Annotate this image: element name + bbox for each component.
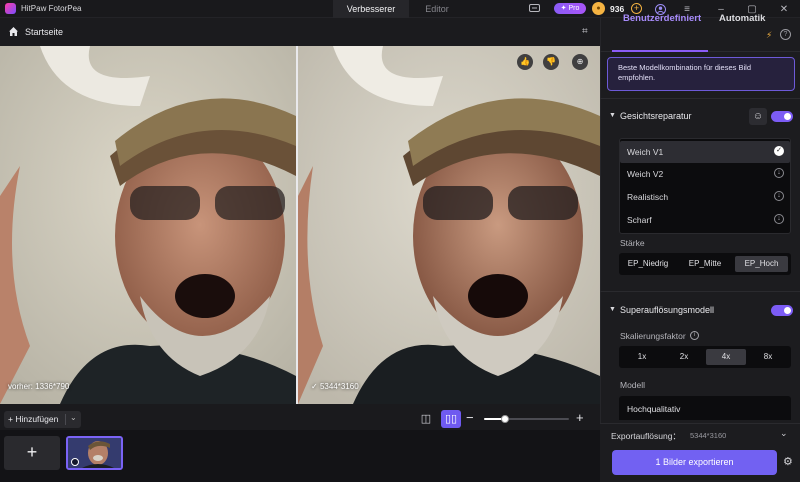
list-item[interactable]: Weich V1 ✓ bbox=[620, 141, 790, 163]
export-resolution-value: 5344*3160 bbox=[690, 431, 727, 440]
app-title: HitPaw FotorPea bbox=[21, 4, 82, 13]
strength-option-mid[interactable]: EP_Mitte bbox=[678, 256, 732, 272]
after-image bbox=[298, 46, 600, 404]
download-icon[interactable]: ↓ bbox=[774, 168, 784, 178]
strength-selector: EP_Niedrig EP_Mitte EP_Hoch bbox=[619, 253, 791, 275]
scale-option-2x[interactable]: 2x bbox=[664, 349, 704, 365]
check-icon: ✓ bbox=[774, 146, 784, 156]
superres-toggle[interactable] bbox=[771, 305, 793, 316]
after-resolution-label: ✓ 5344*3160 bbox=[311, 382, 359, 391]
zoom-in-button[interactable]: + bbox=[576, 410, 584, 425]
zoom-out-button[interactable]: − bbox=[466, 410, 474, 425]
clock-icon bbox=[71, 458, 79, 466]
strength-label: Stärke bbox=[620, 238, 645, 248]
before-image bbox=[0, 46, 296, 404]
caret-down-icon[interactable]: ▼ bbox=[609, 112, 616, 119]
split-view-button[interactable]: ▯▯ bbox=[441, 410, 461, 428]
scale-option-8x[interactable]: 8x bbox=[748, 349, 788, 365]
superres-title: Superauflösungsmodell bbox=[620, 305, 715, 315]
tab-custom-underline bbox=[612, 50, 708, 52]
model-label: Modell bbox=[620, 380, 646, 390]
thumbs-down-icon[interactable]: 👎 bbox=[543, 54, 559, 70]
add-thumbnail-button[interactable]: + bbox=[4, 436, 60, 470]
zoom-slider[interactable] bbox=[484, 415, 569, 423]
download-icon[interactable]: ↓ bbox=[774, 214, 784, 224]
chevron-down-icon[interactable]: ⌄ bbox=[70, 413, 77, 422]
after-image-pane[interactable]: 👍 👎 ⊕ ✓ 5344*3160 bbox=[298, 46, 600, 404]
chevron-double-down-icon[interactable]: ⌄ bbox=[780, 428, 788, 439]
home-icon[interactable] bbox=[8, 26, 19, 37]
close-icon[interactable]: ✕ bbox=[777, 2, 791, 16]
list-item[interactable]: Realistisch ↓ bbox=[620, 186, 790, 208]
before-image-pane[interactable]: vorher: 1336*790 bbox=[0, 46, 296, 404]
scale-option-1x[interactable]: 1x bbox=[622, 349, 662, 365]
scale-selector: 1x 2x 4x 8x bbox=[619, 346, 791, 368]
before-resolution-label: vorher: 1336*790 bbox=[8, 382, 70, 391]
face-repair-toggle[interactable] bbox=[771, 111, 793, 122]
export-resolution-label: Exportauflösung： bbox=[611, 431, 681, 441]
export-button[interactable]: 1 Bilder exportieren bbox=[612, 450, 777, 475]
coin-icon: ● bbox=[592, 2, 605, 15]
strength-option-high[interactable]: EP_Hoch bbox=[735, 256, 788, 272]
breadcrumb-home-label[interactable]: Startseite bbox=[25, 27, 63, 37]
help-icon[interactable]: ? bbox=[780, 29, 791, 40]
info-icon[interactable]: i bbox=[690, 331, 699, 340]
crop-icon[interactable]: ⌗ bbox=[582, 26, 588, 37]
caret-down-icon[interactable]: ▼ bbox=[609, 306, 616, 313]
tab-auto[interactable]: Automatik bbox=[719, 13, 765, 24]
scale-factor-label: Skalierungsfaktor bbox=[620, 331, 686, 341]
model-select[interactable]: Hochqualitativ bbox=[619, 396, 791, 420]
list-item[interactable]: Scharf ↓ bbox=[620, 209, 790, 231]
zoom-in-icon[interactable]: ⊕ bbox=[572, 54, 588, 70]
section-divider bbox=[600, 291, 800, 292]
tab-verbesserer[interactable]: Verbesserer bbox=[333, 0, 409, 18]
chat-icon[interactable] bbox=[527, 2, 541, 16]
tab-editor[interactable]: Editor bbox=[409, 0, 465, 18]
add-image-button[interactable]: + Hinzufügen ⌄ bbox=[4, 411, 81, 428]
thumbs-up-icon[interactable]: 👍 bbox=[517, 54, 533, 70]
list-item[interactable]: Weich V2 ↓ bbox=[620, 163, 790, 185]
face-icon[interactable]: ☺ bbox=[749, 108, 767, 125]
tab-custom[interactable]: Benutzerdefiniert bbox=[623, 13, 701, 24]
single-view-button[interactable]: ◫ bbox=[416, 410, 436, 428]
bottom-toolbar bbox=[0, 404, 600, 430]
section-divider bbox=[600, 98, 800, 99]
bolt-icon: ⚡ bbox=[766, 30, 773, 40]
app-logo-icon bbox=[5, 3, 16, 14]
thumbnail-item[interactable] bbox=[66, 436, 123, 470]
download-icon[interactable]: ↓ bbox=[774, 191, 784, 201]
scale-option-4x[interactable]: 4x bbox=[706, 349, 746, 365]
face-repair-title: Gesichtsreparatur bbox=[620, 111, 692, 121]
strength-option-low[interactable]: EP_Niedrig bbox=[622, 256, 674, 272]
pro-badge[interactable]: ✦ Pro bbox=[554, 3, 586, 14]
recommendation-info: Beste Modellkombination für dieses Bild … bbox=[607, 57, 795, 91]
breadcrumb: Startseite ⌗ bbox=[0, 18, 600, 46]
gear-icon[interactable]: ⚙ bbox=[783, 455, 793, 468]
